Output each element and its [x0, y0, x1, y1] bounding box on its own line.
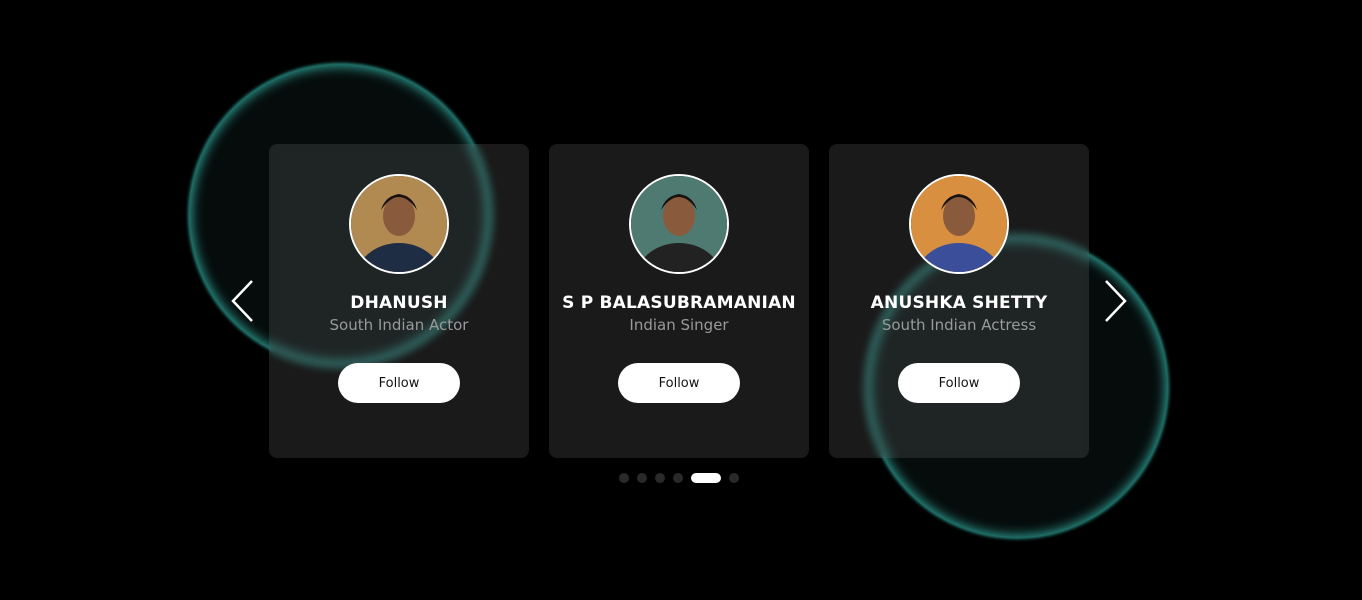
pagination-dot[interactable] — [637, 473, 647, 483]
profile-role: South Indian Actor — [329, 316, 469, 334]
profile-role: South Indian Actress — [881, 316, 1037, 334]
avatar — [349, 174, 449, 274]
avatar — [909, 174, 1009, 274]
pagination-dot[interactable] — [729, 473, 739, 483]
follow-button[interactable]: Follow — [618, 363, 740, 403]
follow-button[interactable]: Follow — [898, 363, 1020, 403]
profile-card: DHANUSH South Indian Actor Follow — [269, 144, 529, 458]
profile-name: S P BALASUBRAMANIAN — [562, 293, 796, 313]
pagination-dot[interactable] — [655, 473, 665, 483]
pagination-dot[interactable] — [619, 473, 629, 483]
profile-name: DHANUSH — [350, 293, 448, 313]
profile-card: ANUSHKA SHETTY South Indian Actress Foll… — [829, 144, 1089, 458]
avatar — [629, 174, 729, 274]
chevron-right-icon[interactable] — [1100, 278, 1130, 324]
follow-button[interactable]: Follow — [338, 363, 460, 403]
carousel-pagination — [619, 473, 739, 483]
pagination-dot[interactable] — [691, 473, 721, 483]
chevron-left-icon[interactable] — [228, 278, 258, 324]
profile-card: S P BALASUBRAMANIAN Indian Singer Follow — [549, 144, 809, 458]
profile-name: ANUSHKA SHETTY — [870, 293, 1048, 313]
profile-role: Indian Singer — [629, 316, 729, 334]
pagination-dot[interactable] — [673, 473, 683, 483]
